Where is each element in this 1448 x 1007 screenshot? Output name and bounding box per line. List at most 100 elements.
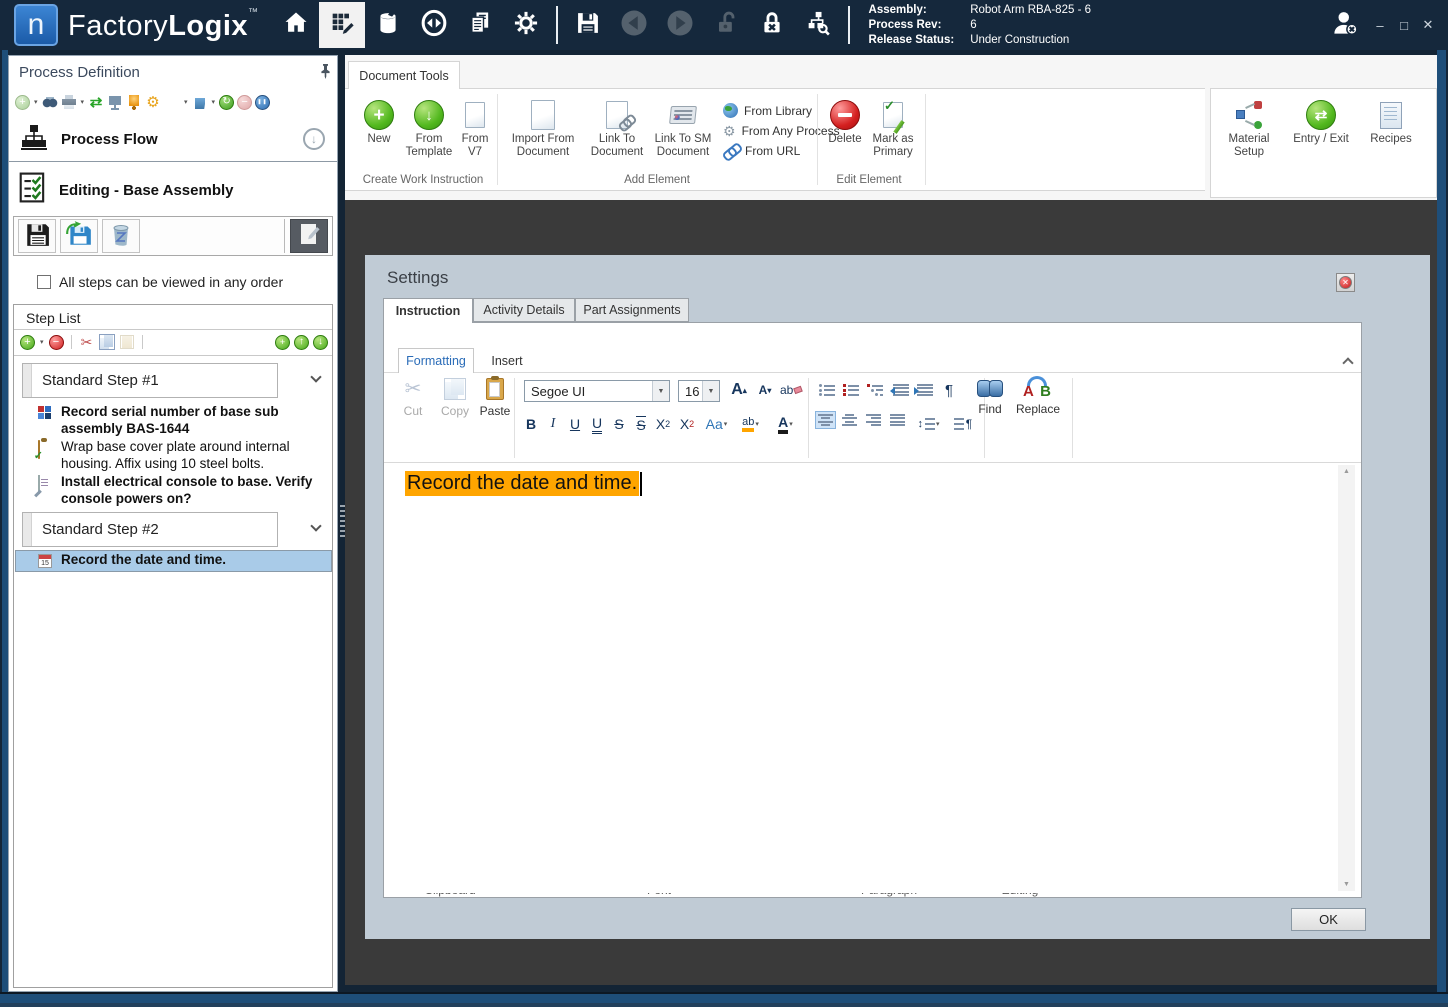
drag-grip[interactable] — [23, 364, 32, 397]
close-button[interactable]: ✕ — [1416, 12, 1440, 38]
copy-step-button[interactable] — [99, 334, 115, 350]
from-library-item[interactable]: From Library — [723, 103, 840, 118]
move-down-button[interactable]: ↓ — [313, 335, 328, 350]
save-document-button[interactable] — [18, 219, 56, 253]
grow-font-button[interactable]: A▴ — [728, 379, 750, 401]
link-to-document-button[interactable]: Link To Document — [585, 97, 649, 159]
activity-row[interactable]: Install electrical console to base. Veri… — [16, 474, 330, 507]
export-dropdown-icon[interactable]: ▾ — [184, 98, 188, 106]
add-dropdown-icon[interactable]: ▾ — [34, 98, 38, 106]
from-v7-button[interactable]: From V7 — [457, 97, 493, 159]
process-settings-gear-icon[interactable]: ⚙ — [145, 94, 161, 110]
scroll-down-icon[interactable]: ▼ — [1343, 881, 1350, 888]
editor-content[interactable]: Record the date and time. — [405, 471, 642, 496]
editor-scrollbar[interactable]: ▲▼ — [1338, 465, 1355, 891]
documents-button[interactable] — [457, 2, 503, 48]
remove-button[interactable]: − — [237, 95, 252, 110]
entry-exit-button[interactable]: ⇄ Entry / Exit — [1285, 97, 1357, 146]
process-audit-button[interactable] — [795, 2, 841, 48]
edit-mode-button[interactable] — [290, 219, 328, 253]
strikethrough-button[interactable]: S — [608, 413, 630, 435]
delete-element-button[interactable]: Delete — [825, 97, 865, 146]
save-import-button[interactable] — [60, 219, 98, 253]
scroll-up-icon[interactable]: ▲ — [1343, 468, 1350, 475]
dialog-close-button[interactable]: ✕ — [1336, 273, 1355, 292]
activity-row[interactable]: Record serial number of base sub assembl… — [16, 404, 330, 437]
decrease-indent-button[interactable] — [890, 379, 912, 401]
maximize-button[interactable]: □ — [1392, 12, 1416, 38]
subscript-button[interactable]: X2 — [676, 413, 698, 435]
increase-indent-button[interactable] — [914, 379, 936, 401]
home-button[interactable] — [273, 2, 319, 48]
step-collapse-chevron-icon[interactable] — [310, 520, 321, 531]
archive-bucket-button[interactable]: ↑ — [192, 94, 208, 110]
print-button[interactable] — [61, 94, 77, 110]
justify-button[interactable] — [890, 414, 905, 426]
activity-row-selected[interactable]: 15 Record the date and time. — [15, 550, 332, 572]
superscript-button[interactable]: X2 — [652, 413, 674, 435]
minimize-button[interactable]: – — [1368, 12, 1392, 38]
ok-button[interactable]: OK — [1291, 908, 1366, 931]
material-setup-button[interactable]: Material Setup — [1219, 97, 1279, 159]
find-button[interactable] — [42, 94, 58, 110]
settings-button[interactable] — [503, 2, 549, 48]
paste-step-button[interactable] — [119, 334, 135, 350]
production-button[interactable] — [411, 2, 457, 48]
presentation-button[interactable] — [107, 94, 123, 110]
back-button[interactable] — [611, 2, 657, 48]
dropdown-arrow-icon[interactable]: ▼ — [652, 381, 669, 401]
numbered-list-button[interactable] — [840, 379, 862, 401]
import-from-document-button[interactable]: Import From Document — [505, 97, 581, 159]
change-case-button[interactable]: Aa▾ — [702, 413, 732, 435]
pin-icon[interactable] — [319, 64, 332, 84]
save-button[interactable] — [565, 2, 611, 48]
from-any-process-item[interactable]: ⚙From Any Process — [723, 124, 840, 138]
tab-insert[interactable]: Insert — [480, 348, 534, 373]
highlight-color-button[interactable]: ab▾ — [736, 413, 766, 435]
font-color-button[interactable]: A▾ — [772, 413, 800, 435]
dropdown-arrow-icon[interactable]: ▼ — [702, 381, 719, 401]
link-to-sm-document-button[interactable]: Link To SM Document — [649, 97, 717, 159]
mark-as-primary-button[interactable]: ✓ Mark as Primary — [867, 97, 919, 159]
font-size-select[interactable]: 16▼ — [678, 380, 720, 402]
tab-formatting[interactable]: Formatting — [398, 348, 474, 373]
double-underline-button[interactable]: U — [586, 413, 608, 435]
export-button[interactable] — [164, 94, 180, 110]
sync-button[interactable]: ⇄ — [88, 94, 104, 110]
font-name-select[interactable]: Segoe UI▼ — [524, 380, 670, 402]
line-spacing-button[interactable]: ↕▾ — [914, 413, 944, 435]
multilevel-list-button[interactable] — [864, 379, 886, 401]
drag-grip[interactable] — [23, 513, 32, 546]
add-button[interactable]: + — [15, 95, 30, 110]
cut-button[interactable]: ✂ Cut — [394, 378, 432, 418]
double-strikethrough-button[interactable]: S — [630, 413, 652, 435]
bold-button[interactable]: B — [520, 413, 542, 435]
underline-button[interactable]: U — [564, 413, 586, 435]
material-bin-button[interactable] — [365, 2, 411, 48]
recipes-button[interactable]: Recipes — [1363, 97, 1419, 146]
clear-formatting-button[interactable]: ab — [780, 379, 802, 401]
pause-button[interactable]: ❚❚ — [255, 95, 270, 110]
tab-instruction[interactable]: Instruction — [383, 298, 473, 323]
logout-user-button[interactable] — [1322, 2, 1368, 48]
process-engineering-button[interactable] — [319, 2, 365, 48]
collapse-ribbon-chevron-icon[interactable] — [1342, 357, 1353, 368]
tab-activity-details[interactable]: Activity Details — [473, 298, 575, 322]
any-order-checkbox[interactable] — [37, 275, 51, 289]
paragraph-direction-button[interactable]: ¶ — [950, 413, 976, 435]
align-left-button[interactable] — [816, 412, 835, 428]
italic-button[interactable]: I — [542, 413, 564, 435]
from-url-item[interactable]: From URL — [723, 144, 840, 158]
shrink-font-button[interactable]: A▾ — [754, 379, 776, 401]
instruction-text-editor[interactable]: Record the date and time. ▲▼ — [390, 463, 1357, 893]
activity-row[interactable]: Wrap base cover plate around internal ho… — [16, 439, 330, 472]
add-step-dropdown-icon[interactable]: ▾ — [40, 338, 44, 346]
align-center-button[interactable] — [842, 414, 857, 426]
step-header-2[interactable]: Standard Step #2 — [22, 512, 278, 547]
forward-button[interactable] — [657, 2, 703, 48]
tab-part-assignments[interactable]: Part Assignments — [575, 298, 689, 322]
highlighted-text[interactable]: Record the date and time. — [405, 471, 639, 496]
collapse-down-icon[interactable]: ↓ — [303, 128, 325, 150]
refresh-button[interactable]: ↻ — [219, 95, 234, 110]
from-template-button[interactable]: ↓ From Template — [401, 97, 457, 159]
